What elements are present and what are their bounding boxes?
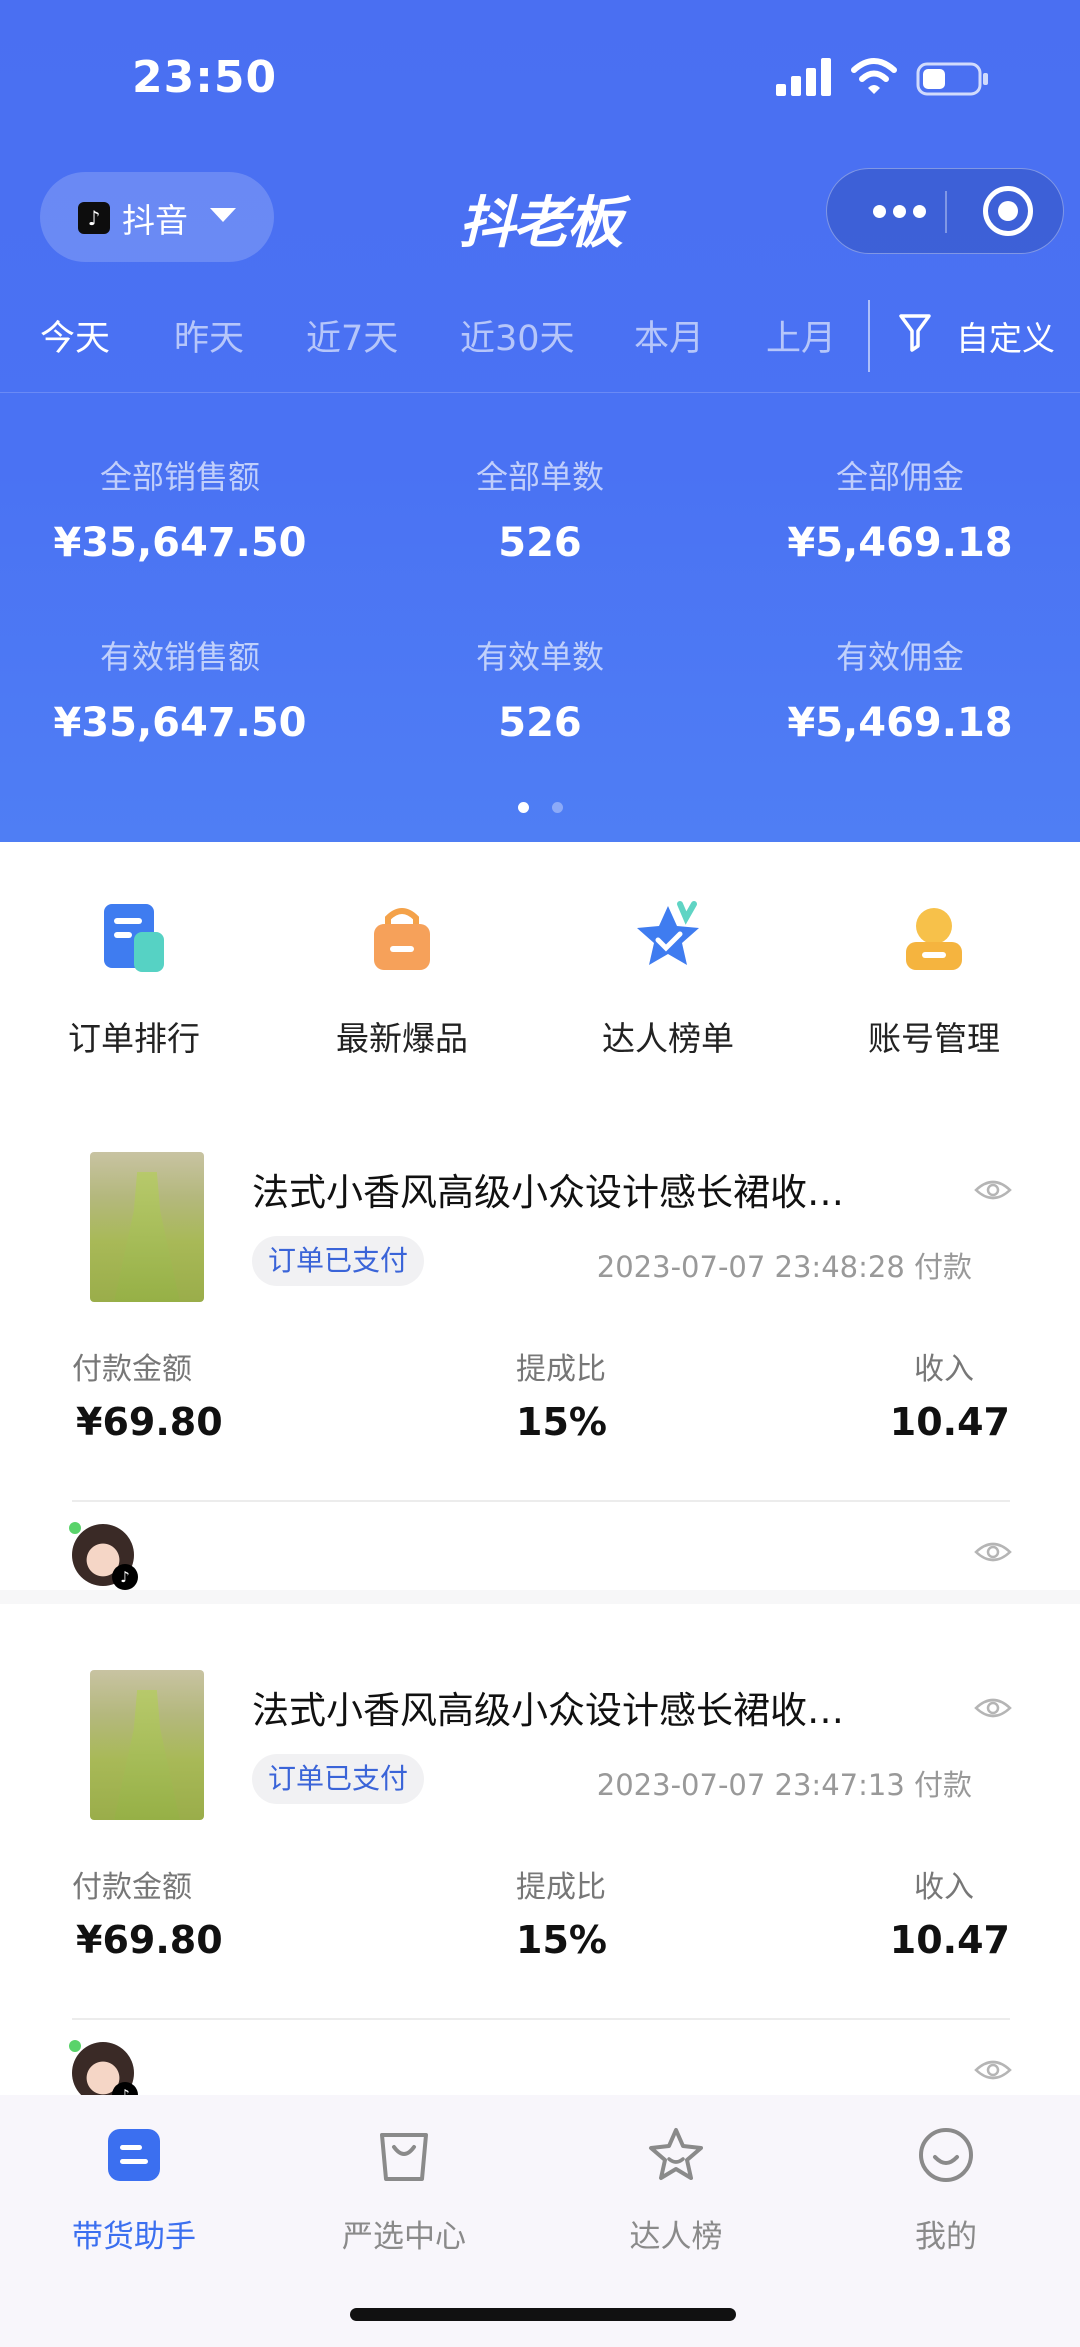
filter-label: 自定义 xyxy=(956,319,1055,358)
battery-icon xyxy=(916,62,988,96)
tab-sales-assistant[interactable]: 带货助手 xyxy=(34,2125,234,2256)
stat-valid-orders: 有效单数 526 xyxy=(475,638,604,746)
page-indicator xyxy=(518,802,568,814)
commission-rate: 15% xyxy=(516,1400,607,1444)
stat-valid-commission: 有效佣金 ¥5,469.18 xyxy=(787,638,1013,746)
date-tabs: 今天 昨天 近7天 近30天 本月 上月 自定义 xyxy=(0,300,1080,372)
order-status-badge: 订单已支付 xyxy=(252,1236,425,1286)
payment-amount: ¥69.80 xyxy=(76,1918,223,1962)
tab-last-month[interactable]: 上月 xyxy=(766,310,836,361)
menu-hot-products[interactable]: 最新爆品 xyxy=(302,898,502,1060)
wifi-icon xyxy=(851,58,897,94)
tab-today[interactable]: 今天 xyxy=(40,310,110,361)
quick-menu: 订单排行 最新爆品 达人榜单 账号管理 xyxy=(0,842,1080,1062)
eye-icon[interactable] xyxy=(974,1540,1012,1564)
smile-icon xyxy=(919,2128,973,2182)
payment-label: 付款金额 xyxy=(72,1352,192,1387)
card-separator xyxy=(0,1590,1080,1604)
user-card-icon xyxy=(906,908,962,970)
tab-this-month[interactable]: 本月 xyxy=(634,310,704,361)
product-thumbnail[interactable] xyxy=(90,1670,204,1820)
stat-total-sales: 全部销售额 ¥35,647.50 xyxy=(53,458,307,566)
signal-icon xyxy=(776,58,834,96)
income-amount: 10.47 xyxy=(889,1400,1010,1444)
status-bar: 23:50 xyxy=(0,0,1080,150)
stat-total-orders: 全部单数 526 xyxy=(475,458,604,566)
product-title[interactable]: 法式小香风高级小众设计感长裙收… xyxy=(252,1680,892,1734)
chevron-down-icon xyxy=(210,208,236,222)
eye-icon[interactable] xyxy=(974,1178,1012,1202)
avatar[interactable]: ♪ xyxy=(69,1522,138,1590)
income-label: 收入 xyxy=(914,1870,974,1905)
tiktok-icon: ♪ xyxy=(78,202,110,234)
rate-label: 提成比 xyxy=(516,1352,606,1387)
tab-selection-center[interactable]: 严选中心 xyxy=(304,2125,504,2256)
card-divider xyxy=(72,1500,1010,1502)
commission-rate: 15% xyxy=(516,1918,607,1962)
assistant-icon xyxy=(108,2129,160,2181)
tab-last-7-days[interactable]: 近7天 xyxy=(306,310,398,361)
income-amount: 10.47 xyxy=(889,1918,1010,1962)
star-badge-icon xyxy=(637,901,699,965)
tab-me[interactable]: 我的 xyxy=(846,2125,1046,2256)
star-icon xyxy=(649,2128,703,2180)
rate-label: 提成比 xyxy=(516,1870,606,1905)
menu-influencer-ranking[interactable]: 达人榜单 xyxy=(568,898,768,1060)
payment-label: 付款金额 xyxy=(72,1870,192,1905)
order-card[interactable]: 法式小香风高级小众设计感长裙收… 订单已支付 2023-07-07 23:47:… xyxy=(0,1640,1080,2108)
tab-influencer-ranking[interactable]: 达人榜 xyxy=(576,2125,776,2256)
payment-amount: ¥69.80 xyxy=(76,1400,223,1444)
card-divider xyxy=(72,2018,1010,2020)
paid-time: 2023-07-07 23:47:13 付款 xyxy=(596,1768,972,1802)
status-time: 23:50 xyxy=(132,52,278,103)
income-label: 收入 xyxy=(914,1352,974,1387)
more-icon[interactable] xyxy=(867,169,933,255)
header-divider xyxy=(0,392,1080,393)
home-indicator[interactable] xyxy=(350,2308,736,2321)
header-panel: 23:50 ♪ 抖音 抖老板 今天 昨天 近7天 近30天 本月 上月 自定义 … xyxy=(0,0,1080,842)
close-target-icon[interactable] xyxy=(983,186,1033,236)
product-thumbnail[interactable] xyxy=(90,1152,204,1302)
bag-icon xyxy=(380,2133,428,2181)
eye-icon[interactable] xyxy=(974,2058,1012,2082)
paid-time: 2023-07-07 23:48:28 付款 xyxy=(596,1250,972,1284)
order-status-badge: 订单已支付 xyxy=(252,1754,425,1804)
eye-icon[interactable] xyxy=(974,1696,1012,1720)
tab-yesterday[interactable]: 昨天 xyxy=(174,310,244,361)
stat-total-commission: 全部佣金 ¥5,469.18 xyxy=(787,458,1013,566)
capsule-divider xyxy=(945,191,947,233)
menu-account-management[interactable]: 账号管理 xyxy=(834,898,1034,1060)
tabs-divider xyxy=(868,300,870,372)
shopping-bag-icon xyxy=(374,908,430,970)
app-logo: 抖老板 xyxy=(459,191,623,256)
order-card[interactable]: 法式小香风高级小众设计感长裙收… 订单已支付 2023-07-07 23:48:… xyxy=(0,1122,1080,1622)
tab-last-30-days[interactable]: 近30天 xyxy=(460,310,575,361)
miniprogram-capsule xyxy=(826,168,1064,254)
stat-valid-sales: 有效销售额 ¥35,647.50 xyxy=(53,638,307,746)
product-title[interactable]: 法式小香风高级小众设计感长裙收… xyxy=(252,1162,892,1216)
platform-label: 抖音 xyxy=(122,201,188,240)
filter-icon xyxy=(899,314,931,352)
tiktok-icon: ♪ xyxy=(112,1564,138,1590)
document-icon xyxy=(104,904,164,972)
menu-order-ranking[interactable]: 订单排行 xyxy=(34,898,234,1060)
platform-selector[interactable]: ♪ 抖音 xyxy=(40,172,274,262)
